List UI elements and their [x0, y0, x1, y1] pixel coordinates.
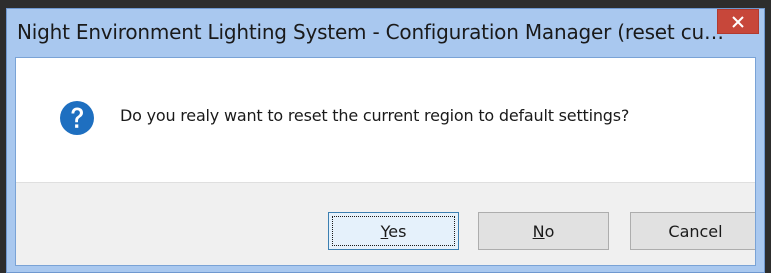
button-panel: Yes No Cancel — [16, 182, 755, 265]
question-icon — [60, 101, 94, 135]
message-text: Do you realy want to reset the current r… — [120, 106, 630, 125]
no-button[interactable]: No — [478, 212, 609, 250]
dialog-client-area: Do you realy want to reset the current r… — [15, 57, 756, 266]
no-rest: o — [544, 221, 555, 241]
yes-button[interactable]: Yes — [328, 212, 459, 250]
yes-button-label: Yes — [381, 222, 407, 241]
no-mnemonic: N — [532, 221, 545, 241]
cancel-button[interactable]: Cancel — [630, 212, 755, 250]
window-title: Night Environment Lighting System - Conf… — [17, 20, 729, 44]
close-button[interactable] — [717, 9, 759, 34]
title-bar[interactable]: Night Environment Lighting System - Conf… — [7, 9, 764, 57]
message-dialog: Night Environment Lighting System - Conf… — [6, 8, 765, 273]
close-icon — [732, 15, 744, 28]
message-area: Do you realy want to reset the current r… — [16, 58, 755, 182]
no-button-label: No — [533, 222, 555, 241]
yes-rest: es — [388, 221, 407, 241]
